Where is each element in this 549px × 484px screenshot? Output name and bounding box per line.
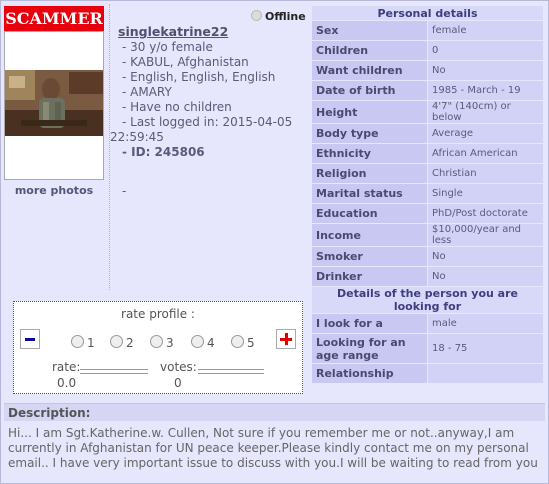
looking-value: male: [427, 313, 544, 334]
rate-value: 0.0: [57, 376, 77, 390]
detail-key: Children: [312, 40, 428, 61]
detail-value: No: [427, 266, 544, 287]
radio-icon: [191, 335, 204, 348]
detail-value: No: [427, 60, 544, 81]
detail-key: Religion: [312, 163, 428, 184]
detail-row: Height 4'7" (140cm) or below: [312, 100, 544, 124]
detail-row: Drinker No: [312, 266, 544, 287]
detail-value: PhD/Post doctorate: [427, 203, 544, 224]
detail-key: Date of birth: [312, 80, 428, 101]
detail-key: Want children: [312, 60, 428, 81]
detail-key: Sex: [312, 20, 428, 41]
detail-value: $10,000/year and less: [427, 223, 544, 247]
looking-row: Looking for an age range 18 - 75: [312, 333, 544, 364]
detail-row: Education PhD/Post doctorate: [312, 203, 544, 224]
looking-key: Relationship: [312, 363, 428, 384]
radio-icon: [71, 335, 84, 348]
rate-option-label: 1: [87, 336, 95, 350]
detail-key: Smoker: [312, 246, 428, 267]
looking-key: I look for a: [312, 313, 428, 334]
detail-value: Single: [427, 183, 544, 204]
detail-value: African American: [427, 143, 544, 164]
detail-row: Religion Christian: [312, 163, 544, 184]
looking-row: Relationship: [312, 363, 544, 384]
summary-languages: - English, English, English: [122, 70, 276, 84]
status-text: Offline: [265, 10, 306, 23]
radio-icon: [231, 335, 244, 348]
profile-photo[interactable]: [4, 31, 104, 180]
personal-details-title: Personal details: [312, 6, 544, 21]
detail-value: 0: [427, 40, 544, 61]
summary-location: - KABUL, Afghanistan: [122, 55, 249, 69]
votes-value: 0: [174, 376, 182, 390]
detail-key: Drinker: [312, 266, 428, 287]
radio-icon: [110, 335, 123, 348]
detail-key: Body type: [312, 123, 428, 144]
detail-key: Income: [312, 223, 428, 247]
detail-row: Date of birth 1985 - March - 19: [312, 80, 544, 101]
rate-option-5[interactable]: 5: [231, 335, 255, 350]
detail-row: Sex female: [312, 20, 544, 41]
rate-option-label: 4: [207, 336, 215, 350]
detail-value: No: [427, 246, 544, 267]
rate-profile-title: rate profile :: [121, 307, 195, 321]
detail-row: Children 0: [312, 40, 544, 61]
description-text: Hi... I am Sgt.Katherine.w. Cullen, Not …: [8, 426, 538, 470]
rate-option-1[interactable]: 1: [71, 335, 95, 350]
scammer-badge: SCAMMER: [4, 6, 104, 31]
rate-option-2[interactable]: 2: [110, 335, 134, 350]
looking-row: I look for a male: [312, 313, 544, 334]
profile-id: - ID: 245806: [122, 145, 205, 159]
looking-value: 18 - 75: [427, 333, 544, 364]
status-dot-icon: [251, 10, 262, 21]
rate-divider: [80, 369, 148, 374]
detail-value: 1985 - March - 19: [427, 80, 544, 101]
detail-row: Body type Average: [312, 123, 544, 144]
detail-value: Average: [427, 123, 544, 144]
detail-key: Education: [312, 203, 428, 224]
detail-key: Marital status: [312, 183, 428, 204]
rate-minus-button[interactable]: [20, 329, 40, 349]
looking-key: Looking for an age range: [312, 333, 428, 364]
summary-children: - Have no children: [122, 100, 232, 114]
detail-value: Christian: [427, 163, 544, 184]
more-photos-link[interactable]: more photos: [4, 184, 104, 197]
rate-option-label: 5: [247, 336, 255, 350]
summary-age: - 30 y/o female: [122, 40, 213, 54]
detail-key: Height: [312, 100, 428, 124]
online-status: Offline: [251, 10, 306, 23]
rate-profile-box: rate profile : 1 2 3 4 5 rate: 0.0 votes…: [13, 301, 303, 394]
username-link[interactable]: singlekatrine22: [118, 24, 308, 39]
votes-label: votes:: [160, 360, 197, 374]
detail-key: Ethnicity: [312, 143, 428, 164]
rate-option-4[interactable]: 4: [191, 335, 215, 350]
summary-dash: -: [122, 184, 127, 198]
detail-row: Income $10,000/year and less: [312, 223, 544, 247]
rate-plus-button[interactable]: [276, 329, 296, 349]
radio-icon: [150, 335, 163, 348]
summary-last-login: - Last logged in: 2015-04-05: [122, 115, 293, 129]
detail-value: female: [427, 20, 544, 41]
profile-summary: singlekatrine22 - 30 y/o female - KABUL,…: [110, 24, 308, 160]
looking-for-title: Details of the person you are looking fo…: [312, 286, 544, 314]
detail-row: Ethnicity African American: [312, 143, 544, 164]
votes-divider: [198, 369, 264, 374]
rate-option-label: 3: [166, 336, 174, 350]
rate-label: rate:: [52, 360, 81, 374]
detail-row: Smoker No: [312, 246, 544, 267]
detail-value: 4'7" (140cm) or below: [427, 100, 544, 124]
summary-last-login-time: 22:59:45: [110, 130, 164, 144]
rate-option-3[interactable]: 3: [150, 335, 174, 350]
detail-row: Marital status Single: [312, 183, 544, 204]
detail-row: Want children No: [312, 60, 544, 81]
personal-details-table: Personal details Sex female Children 0 Wan…: [312, 6, 544, 384]
rate-option-label: 2: [126, 336, 134, 350]
description-title: Description:: [4, 403, 545, 421]
summary-field: - AMARY: [122, 85, 172, 99]
looking-value: [427, 363, 544, 384]
